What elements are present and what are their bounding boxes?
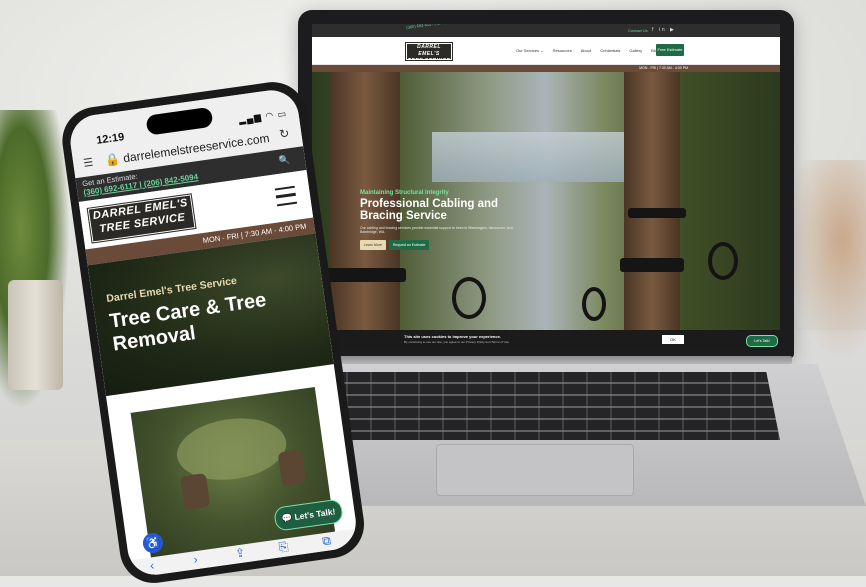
hero-description: Our cabling and bracing services provide… — [360, 226, 513, 234]
laptop-nav: DARREL EMEL'S TREE SERVICE Our Services … — [312, 37, 780, 65]
nav-our-services[interactable]: Our Services ⌄ — [516, 48, 544, 53]
cookie-banner: ♿ This site uses cookies to improve your… — [312, 330, 780, 350]
share-icon[interactable]: ⇪ — [234, 545, 246, 560]
background-decor — [786, 160, 866, 360]
hamburger-menu-icon[interactable] — [274, 185, 298, 207]
laptop-screen: (360) 692-6117 | (206) 842-5094 Contact … — [312, 24, 780, 350]
free-estimate-button[interactable]: Free Estimate — [656, 44, 684, 56]
cable-loop — [708, 242, 738, 280]
topbar-contact-link[interactable]: Contact Us — [628, 28, 648, 33]
cable-loop — [582, 287, 606, 321]
cookie-ok-button[interactable]: OK — [662, 335, 684, 344]
cable-strap-left — [326, 268, 406, 282]
social-icons[interactable]: f in ▶ — [652, 27, 676, 33]
hero-eyebrow: Maintaining Structural Integrity — [360, 190, 449, 196]
hero-title: Professional Cabling and Bracing Service — [360, 198, 499, 222]
cable-loop — [452, 277, 486, 319]
forward-icon[interactable]: › — [193, 552, 199, 566]
boot-image — [179, 472, 211, 511]
keyboard-rows — [324, 372, 780, 440]
boot-image — [277, 449, 307, 487]
trackpad — [436, 444, 634, 496]
hero-water-background — [432, 132, 652, 182]
hero-text: Maintaining Structural Integrity Profess… — [360, 190, 540, 250]
cookie-text: By continuing to use our site, you agree… — [404, 340, 509, 344]
hero-buttons: Learn More Request an Estimate — [360, 240, 540, 250]
plant-pot — [8, 280, 63, 390]
nav-gallery[interactable]: Gallery — [629, 48, 642, 53]
laptop-topbar: (360) 692-6117 | (206) 842-5094 Contact … — [312, 24, 780, 37]
search-icon[interactable]: 🔍 — [278, 154, 291, 166]
request-estimate-button[interactable]: Request an Estimate — [388, 240, 430, 250]
learn-more-button[interactable]: Learn More — [360, 240, 386, 250]
nav-credentials[interactable]: Credentials — [600, 48, 620, 53]
cable-strap-upper — [628, 208, 686, 218]
tabs-icon[interactable]: ☰ — [83, 156, 94, 170]
lets-talk-button[interactable]: Let's Talk! — [746, 335, 778, 347]
back-icon[interactable]: ‹ — [149, 558, 155, 572]
hero-section: Maintaining Structural Integrity Profess… — [312, 72, 780, 330]
tabs-icon[interactable]: ⧉ — [321, 533, 332, 549]
laptop-hinge — [300, 356, 792, 364]
nav-resources[interactable]: Resources — [553, 48, 572, 53]
cookie-title: This site uses cookies to improve your e… — [404, 334, 501, 339]
cable-strap-right — [620, 258, 684, 272]
site-logo[interactable]: DARREL EMEL'S TREE SERVICE — [405, 42, 453, 64]
dynamic-island — [145, 106, 214, 136]
reload-icon[interactable]: ↻ — [278, 126, 290, 141]
bookmarks-icon[interactable]: ⎘ — [278, 539, 290, 555]
tree-trunk-right — [624, 72, 680, 330]
nav-about[interactable]: About — [581, 48, 591, 53]
main-menu: Our Services ⌄ Resources About Credentia… — [516, 48, 659, 53]
